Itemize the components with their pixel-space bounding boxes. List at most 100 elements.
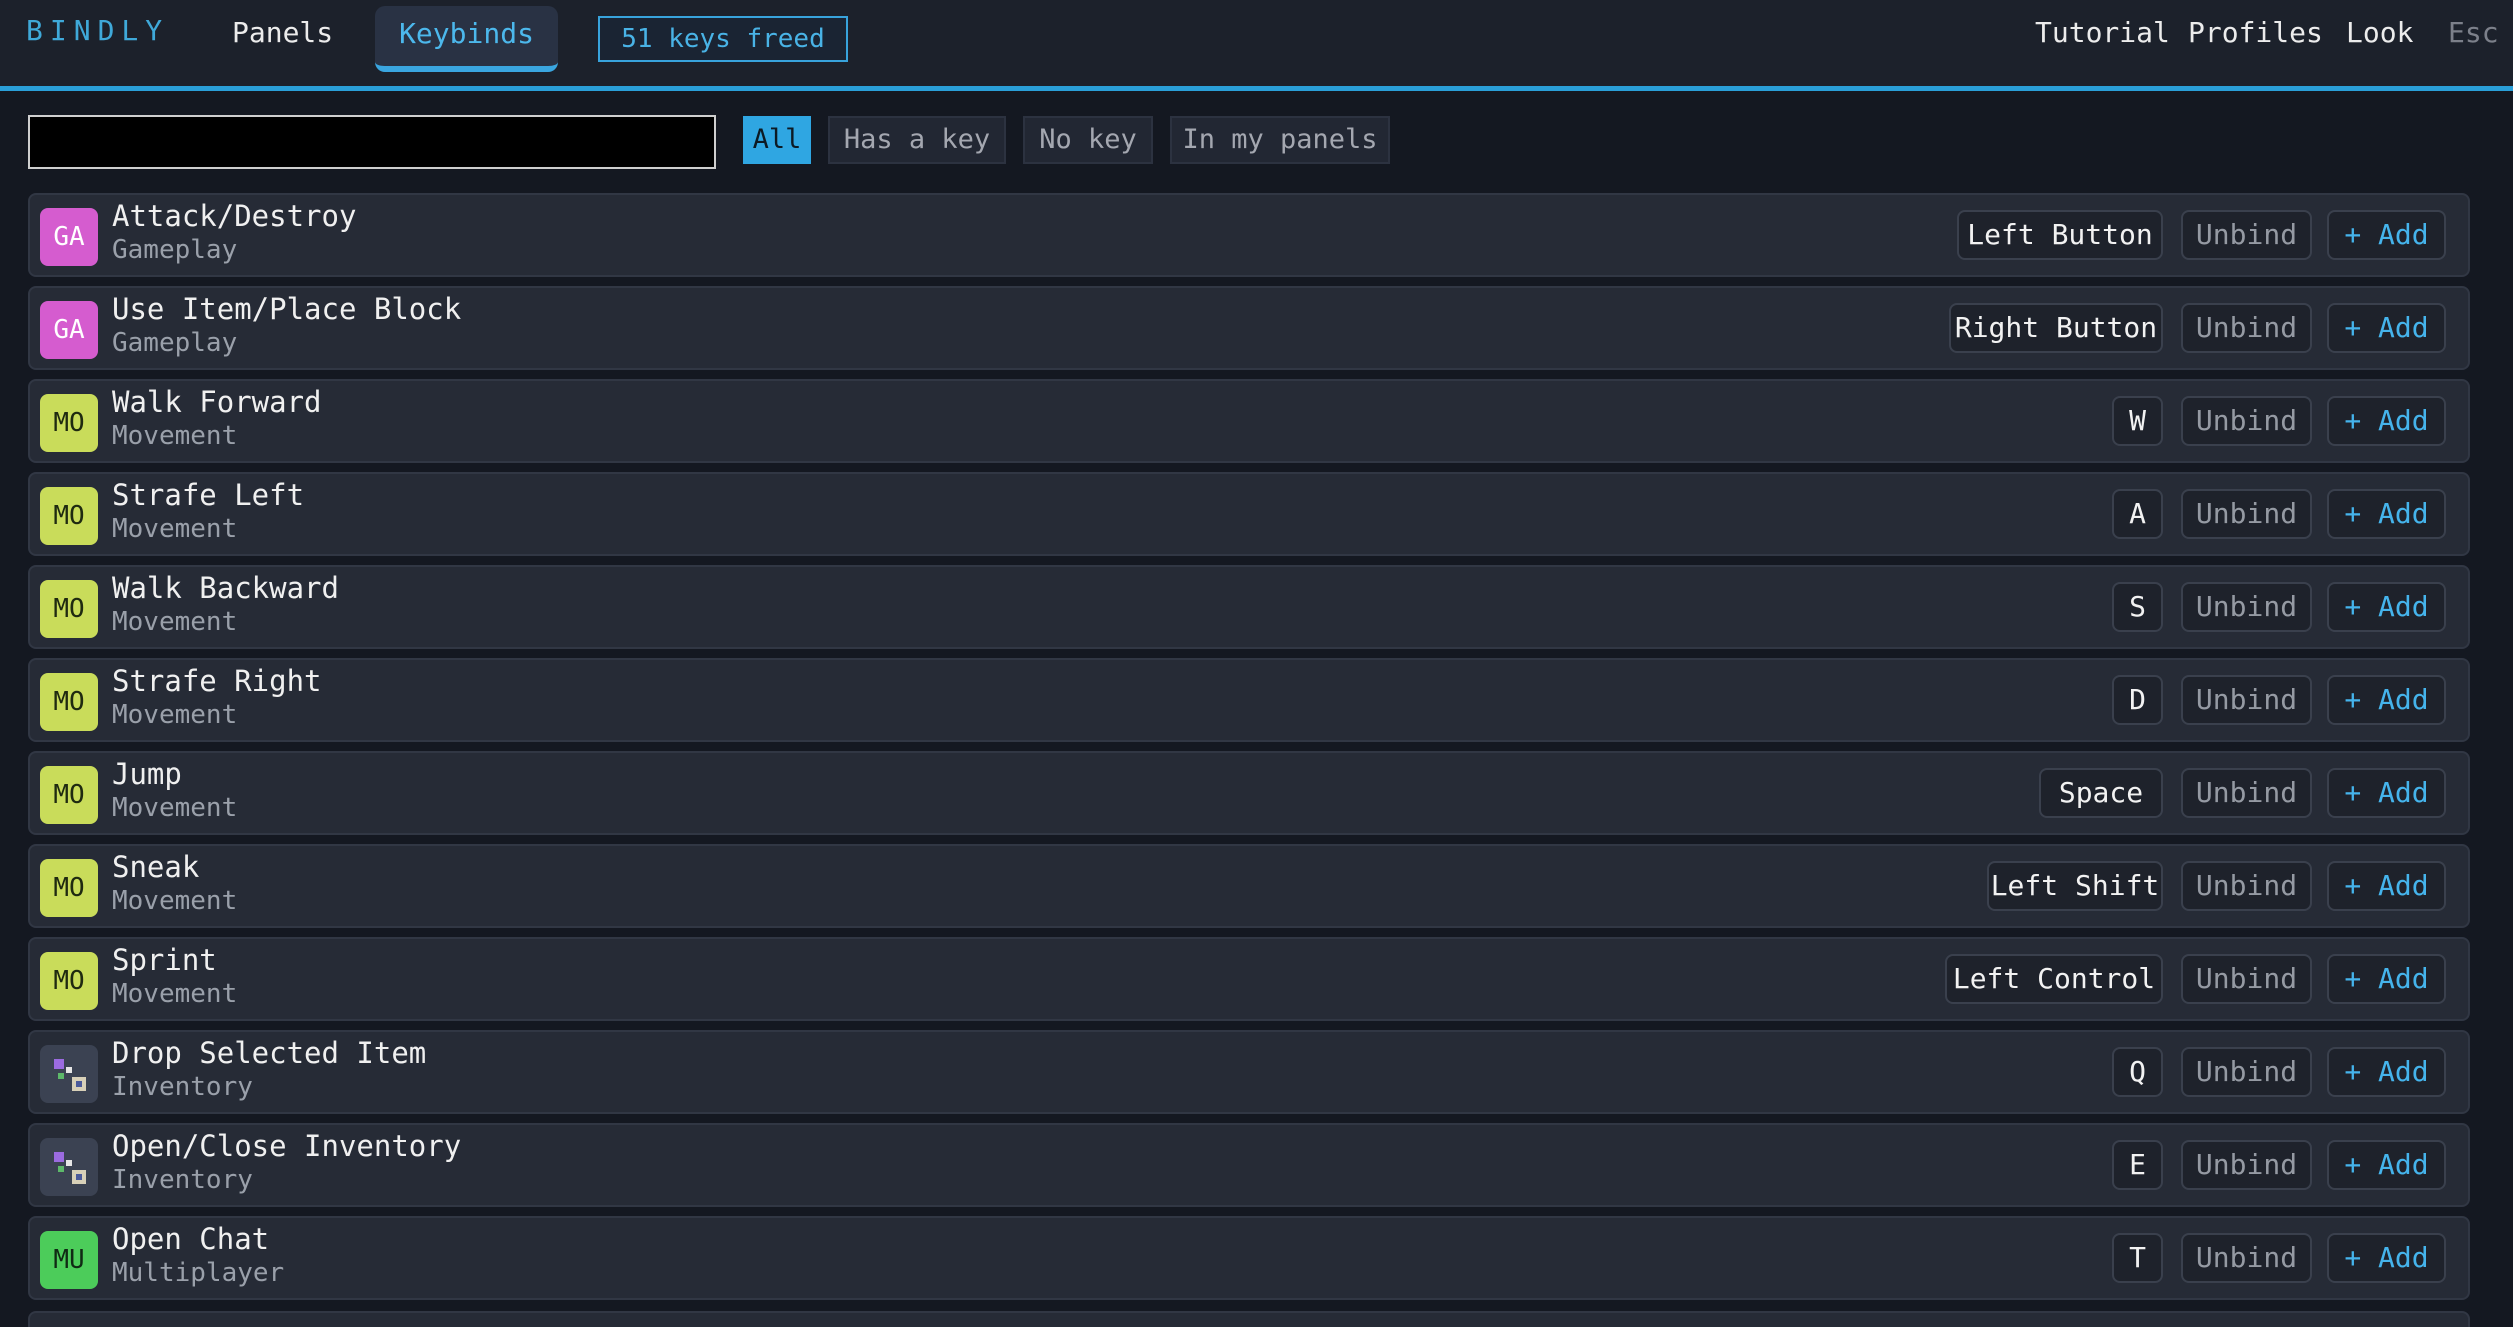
add-button[interactable]: + Add: [2327, 489, 2446, 539]
add-button[interactable]: + Add: [2327, 303, 2446, 353]
filter-has-key[interactable]: Has a key: [828, 116, 1006, 164]
add-button[interactable]: + Add: [2327, 582, 2446, 632]
keybind-title: Attack/Destroy: [112, 199, 357, 233]
key-binding-button[interactable]: S: [2112, 582, 2163, 632]
key-binding-button[interactable]: Space: [2039, 768, 2163, 818]
keybind-category: Movement: [112, 793, 238, 823]
keybind-row: GA Use Item/Place Block Gameplay Right B…: [28, 286, 2470, 370]
search-input[interactable]: [28, 115, 716, 169]
keybind-category: Movement: [112, 979, 238, 1009]
keybind-row: MO Strafe Right Movement D Unbind + Add: [28, 658, 2470, 742]
key-binding-button[interactable]: Left Button: [1957, 210, 2163, 260]
key-binding-button[interactable]: W: [2112, 396, 2163, 446]
keybind-category: Movement: [112, 421, 238, 451]
key-binding-button[interactable]: A: [2112, 489, 2163, 539]
keybind-title: Use Item/Place Block: [112, 292, 462, 326]
movement-badge-icon: MO: [40, 766, 98, 824]
keybind-title: Drop Selected Item: [112, 1036, 427, 1070]
key-binding-button[interactable]: T: [2112, 1233, 2163, 1283]
key-binding-button[interactable]: E: [2112, 1140, 2163, 1190]
keybind-title: Sprint: [112, 943, 217, 977]
keybind-category: Movement: [112, 886, 238, 916]
tab-keybinds[interactable]: Keybinds: [375, 6, 558, 72]
filter-bar: All Has a key No key In my panels: [0, 91, 2513, 191]
movement-badge-icon: MO: [40, 580, 98, 638]
keybind-row-partial: [28, 1311, 2470, 1327]
add-button[interactable]: + Add: [2327, 1140, 2446, 1190]
keybind-title: Sneak: [112, 850, 200, 884]
keybind-title: Walk Backward: [112, 571, 339, 605]
key-binding-button[interactable]: Left Shift: [1987, 861, 2163, 911]
gameplay-badge-icon: GA: [40, 208, 98, 266]
movement-badge-icon: MO: [40, 673, 98, 731]
keybind-row: MO Walk Forward Movement W Unbind + Add: [28, 379, 2470, 463]
unbind-button[interactable]: Unbind: [2181, 582, 2312, 632]
filter-in-my-panels[interactable]: In my panels: [1170, 116, 1390, 164]
unbind-button[interactable]: Unbind: [2181, 675, 2312, 725]
esc-link[interactable]: Esc: [2448, 16, 2499, 49]
unbind-button[interactable]: Unbind: [2181, 954, 2312, 1004]
keybind-category: Movement: [112, 700, 238, 730]
movement-badge-icon: MO: [40, 487, 98, 545]
add-button[interactable]: + Add: [2327, 1047, 2446, 1097]
add-button[interactable]: + Add: [2327, 1233, 2446, 1283]
keybind-title: Strafe Left: [112, 478, 305, 512]
keybind-row: MO Sneak Movement Left Shift Unbind + Ad…: [28, 844, 2470, 928]
keybind-title: Strafe Right: [112, 664, 322, 698]
keybind-category: Multiplayer: [112, 1258, 285, 1288]
keybind-row: MO Sprint Movement Left Control Unbind +…: [28, 937, 2470, 1021]
keybind-category: Inventory: [112, 1072, 253, 1102]
unbind-button[interactable]: Unbind: [2181, 1140, 2312, 1190]
inventory-icon: [40, 1045, 98, 1103]
keybind-category: Movement: [112, 514, 238, 544]
unbind-button[interactable]: Unbind: [2181, 861, 2312, 911]
keybind-row: Open/Close Inventory Inventory E Unbind …: [28, 1123, 2470, 1207]
top-bar: BINDLY Panels Keybinds 51 keys freed Tut…: [0, 0, 2513, 91]
unbind-button[interactable]: Unbind: [2181, 396, 2312, 446]
key-binding-button[interactable]: Left Control: [1945, 954, 2163, 1004]
inventory-icon: [40, 1138, 98, 1196]
key-binding-button[interactable]: D: [2112, 675, 2163, 725]
unbind-button[interactable]: Unbind: [2181, 1233, 2312, 1283]
keybind-category: Inventory: [112, 1165, 253, 1195]
add-button[interactable]: + Add: [2327, 396, 2446, 446]
keybind-category: Gameplay: [112, 235, 238, 265]
unbind-button[interactable]: Unbind: [2181, 210, 2312, 260]
keybind-row: Drop Selected Item Inventory Q Unbind + …: [28, 1030, 2470, 1114]
keybind-title: Jump: [112, 757, 182, 791]
unbind-button[interactable]: Unbind: [2181, 1047, 2312, 1097]
add-button[interactable]: + Add: [2327, 861, 2446, 911]
add-button[interactable]: + Add: [2327, 210, 2446, 260]
filter-no-key[interactable]: No key: [1023, 116, 1153, 164]
movement-badge-icon: MO: [40, 952, 98, 1010]
movement-badge-icon: MO: [40, 394, 98, 452]
unbind-button[interactable]: Unbind: [2181, 303, 2312, 353]
keybind-row: MO Strafe Left Movement A Unbind + Add: [28, 472, 2470, 556]
tab-panels[interactable]: Panels: [232, 16, 333, 49]
gameplay-badge-icon: GA: [40, 301, 98, 359]
add-button[interactable]: + Add: [2327, 675, 2446, 725]
tutorial-link[interactable]: Tutorial: [2035, 16, 2170, 49]
add-button[interactable]: + Add: [2327, 768, 2446, 818]
keybind-row: MU Open Chat Multiplayer T Unbind + Add: [28, 1216, 2470, 1300]
unbind-button[interactable]: Unbind: [2181, 489, 2312, 539]
key-binding-button[interactable]: Right Button: [1949, 303, 2163, 353]
keybind-category: Gameplay: [112, 328, 238, 358]
app-brand: BINDLY: [26, 14, 170, 47]
keybind-title: Walk Forward: [112, 385, 322, 419]
keybind-category: Movement: [112, 607, 238, 637]
multiplayer-badge-icon: MU: [40, 1231, 98, 1289]
profiles-link[interactable]: Profiles: [2188, 16, 2323, 49]
add-button[interactable]: + Add: [2327, 954, 2446, 1004]
keybind-title: Open/Close Inventory: [112, 1129, 462, 1163]
key-binding-button[interactable]: Q: [2112, 1047, 2163, 1097]
keybind-row: MO Walk Backward Movement S Unbind + Add: [28, 565, 2470, 649]
filter-all[interactable]: All: [743, 116, 811, 164]
keybind-title: Open Chat: [112, 1222, 270, 1256]
unbind-button[interactable]: Unbind: [2181, 768, 2312, 818]
keybind-row: MO Jump Movement Space Unbind + Add: [28, 751, 2470, 835]
look-link[interactable]: Look: [2346, 16, 2413, 49]
keys-freed-badge: 51 keys freed: [598, 16, 848, 62]
movement-badge-icon: MO: [40, 859, 98, 917]
keybind-row: GA Attack/Destroy Gameplay Left Button U…: [28, 193, 2470, 277]
